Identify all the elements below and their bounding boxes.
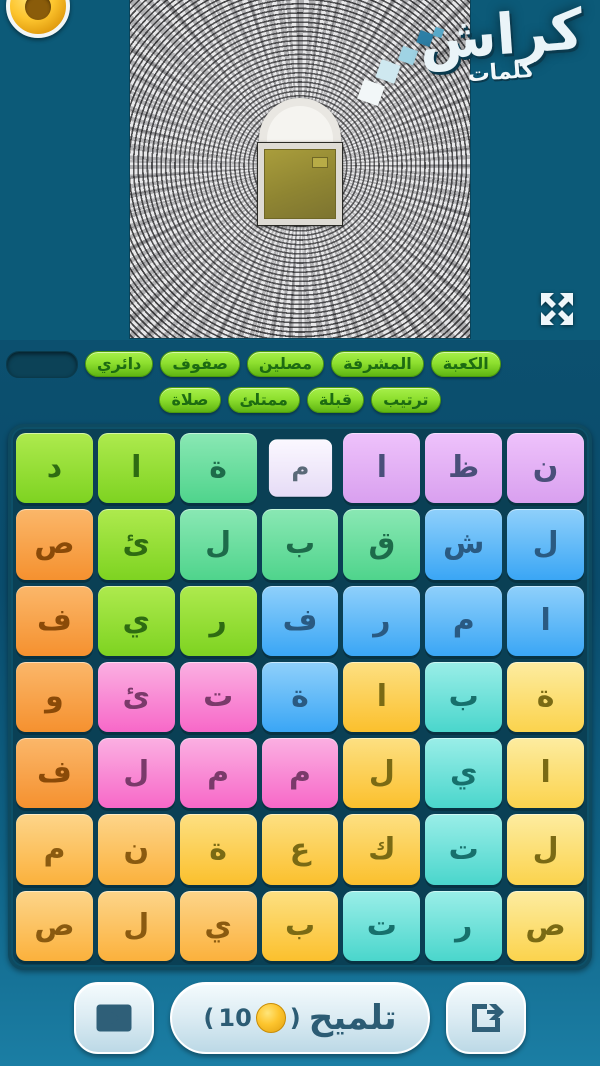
letter-tile[interactable]: ل	[507, 814, 584, 885]
letter-tile[interactable]: ا	[97, 433, 175, 504]
letter-tile[interactable]: ظ	[425, 433, 503, 504]
answer-chip-row-2: صلاة ممتلئ قبلة ترتيب	[6, 384, 594, 416]
letter-tile[interactable]: ا	[507, 738, 584, 809]
answer-chip-solved[interactable]: دائري	[85, 351, 154, 377]
letter-tile[interactable]: ب	[261, 890, 339, 961]
fullscreen-expand-icon[interactable]	[534, 286, 580, 332]
letter-tile[interactable]: ل	[97, 890, 175, 961]
coin-icon[interactable]	[6, 0, 70, 38]
letter-tile[interactable]: ن	[97, 814, 175, 885]
letter-tile[interactable]: ق	[343, 509, 421, 580]
answer-chip-solved[interactable]: المشرفة	[331, 351, 424, 377]
letter-tile[interactable]: ة	[261, 661, 339, 733]
letter-tile[interactable]: ئ	[97, 509, 175, 580]
letter-tile[interactable]: ص	[16, 509, 93, 580]
letter-tile[interactable]: ي	[97, 585, 175, 656]
letter-tile[interactable]: ب	[425, 661, 503, 733]
letter-tile[interactable]: ف	[16, 738, 93, 809]
letter-tile[interactable]: ف	[261, 585, 339, 656]
letter-grid-panel: نظامةادلشقبلئصامرفريفةباةتئوايلمملفلتكعة…	[8, 424, 592, 970]
letter-tile[interactable]: ت	[179, 661, 257, 733]
coin-icon	[255, 1003, 286, 1033]
puzzle-image-stage: كراش كلمات	[0, 0, 600, 340]
letter-tile[interactable]: ش	[425, 509, 503, 580]
letter-tile[interactable]: م	[179, 738, 257, 809]
letter-tile[interactable]: ل	[97, 738, 175, 809]
answer-chip-solved[interactable]: الكعبة	[430, 351, 501, 377]
hateem-arc	[259, 98, 341, 149]
letter-tile[interactable]: ر	[425, 890, 503, 961]
shard-icon	[416, 29, 434, 48]
letter-tile[interactable]: ب	[261, 509, 339, 580]
letter-tile[interactable]: ل	[507, 509, 584, 580]
letter-tile[interactable]: ت	[343, 890, 421, 961]
share-button[interactable]	[446, 982, 526, 1054]
shard-icon	[375, 59, 401, 84]
letter-tile[interactable]: ئ	[97, 661, 175, 733]
letter-tile[interactable]: ا	[343, 661, 421, 733]
answer-chip-solved[interactable]: مصلين	[246, 351, 325, 377]
letter-tile[interactable]: ر	[343, 585, 421, 656]
answer-chip-solved[interactable]: صلاة	[159, 387, 221, 413]
letter-tile[interactable]: ر	[179, 585, 257, 656]
letter-tile[interactable]: م	[16, 814, 93, 885]
shard-decoration	[344, 26, 464, 126]
hint-cost: ( 10 )	[203, 1003, 301, 1033]
letter-tile[interactable]: ا	[507, 585, 584, 656]
letter-tile[interactable]: د	[16, 433, 93, 504]
paren-close: )	[203, 1004, 215, 1032]
letter-tile[interactable]: ك	[343, 814, 421, 885]
letter-tile[interactable]: ة	[179, 433, 257, 504]
kaaba-structure	[257, 98, 343, 227]
letter-tile[interactable]: ت	[425, 814, 503, 885]
game-screen: كراش كلمات دائري صفوف مصلين المشرفة الكعبة ص…	[0, 0, 600, 1066]
share-export-icon	[472, 1004, 504, 1032]
answer-chip-solved[interactable]: صفوف	[160, 351, 240, 377]
video-ad-icon	[96, 1004, 132, 1032]
kaaba-door	[312, 157, 328, 169]
letter-tile[interactable]: ي	[425, 738, 503, 809]
answer-chip-solved[interactable]: قبلة	[306, 387, 365, 413]
letter-tile[interactable]: ص	[16, 890, 93, 961]
letter-tile[interactable]: ن	[507, 433, 584, 504]
shard-icon	[357, 78, 385, 107]
shard-icon	[432, 26, 445, 39]
letter-tile[interactable]: و	[16, 661, 93, 733]
kaaba-cube	[257, 142, 343, 227]
answer-chip-area: دائري صفوف مصلين المشرفة الكعبة صلاة ممتلئ قبل…	[0, 348, 600, 420]
letter-tile[interactable]: ل	[343, 738, 421, 809]
letter-tile[interactable]: م	[261, 738, 339, 809]
answer-chip-row-1: دائري صفوف مصلين المشرفة الكعبة	[6, 348, 594, 380]
letter-tile[interactable]: ة	[507, 661, 584, 733]
letter-tile[interactable]: ف	[16, 585, 93, 656]
paren-open: (	[289, 1004, 301, 1032]
letter-tile[interactable]: ع	[261, 814, 339, 885]
answer-chip-empty[interactable]	[6, 350, 78, 378]
kaaba-kiswa	[264, 149, 336, 220]
hint-button[interactable]: تلميح ( 10 )	[170, 982, 430, 1054]
hint-label: تلميح	[308, 998, 397, 1038]
letter-tile[interactable]: م	[268, 439, 332, 497]
video-ad-button[interactable]	[74, 982, 154, 1054]
puzzle-photo[interactable]	[130, 0, 470, 338]
answer-chip-solved[interactable]: ترتيب	[371, 387, 441, 413]
letter-tile[interactable]: ل	[179, 509, 257, 580]
hint-cost-value: 10	[218, 1004, 252, 1032]
letter-tile[interactable]: ة	[179, 814, 257, 885]
letter-grid: نظامةادلشقبلئصامرفريفةباةتئوايلمملفلتكعة…	[16, 433, 584, 961]
shard-icon	[397, 45, 419, 66]
letter-tile[interactable]: ص	[507, 890, 584, 961]
letter-tile[interactable]: م	[425, 585, 503, 656]
bottom-toolbar: تلميح ( 10 )	[0, 970, 600, 1066]
letter-tile[interactable]: ا	[343, 433, 421, 504]
letter-tile[interactable]: ي	[179, 890, 257, 961]
answer-chip-solved[interactable]: ممتلئ	[227, 387, 300, 413]
